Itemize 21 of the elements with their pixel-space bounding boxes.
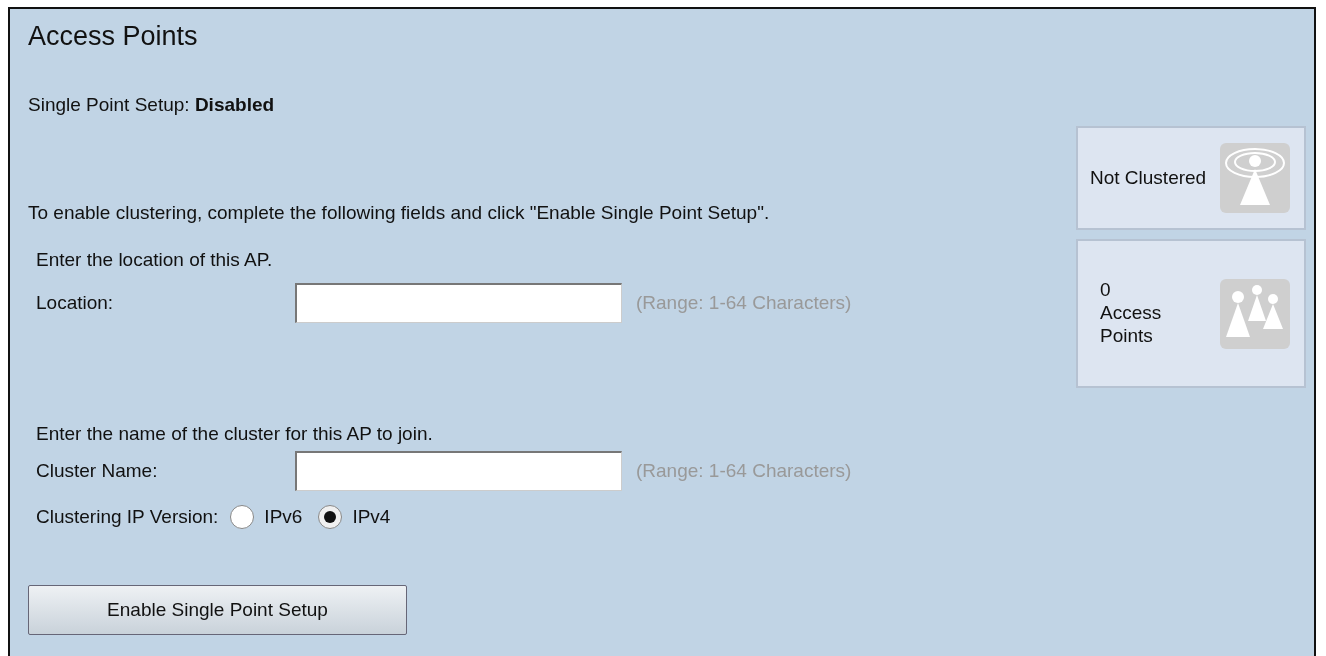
input-field[interactable] xyxy=(295,283,622,323)
card-label: Not Clustered xyxy=(1090,166,1208,190)
range-hint: (Range: 1-64 Characters) xyxy=(636,460,852,482)
field-label: Clustering IP Version: xyxy=(36,506,219,528)
group-icon xyxy=(1220,278,1290,349)
prompt-text: Enter the location of this AP. xyxy=(36,249,274,271)
field-label: Location: xyxy=(36,292,115,314)
field-label: Cluster Name: xyxy=(36,460,159,482)
page-title: Access Points xyxy=(28,21,199,52)
radio-button[interactable] xyxy=(318,505,343,529)
antenna-icon xyxy=(1220,143,1290,213)
prompt-text: Enter the name of the cluster for this AP to join. xyxy=(36,423,434,445)
radio-button[interactable] xyxy=(230,505,255,529)
enable-button[interactable]: Enable Single Point Setup xyxy=(28,585,407,635)
input-field[interactable] xyxy=(295,451,622,491)
radio-label[interactable]: IPv4 xyxy=(352,506,391,528)
status-text: Single Point Setup: Disabled xyxy=(28,94,276,116)
card-label: 0 Access Points xyxy=(1100,279,1163,348)
radio-label[interactable]: IPv6 xyxy=(264,506,303,528)
instruction-text: To enable clustering, complete the following fields and click "Enable Single Point Setup". xyxy=(28,202,771,224)
range-hint: (Range: 1-64 Characters) xyxy=(636,292,852,314)
